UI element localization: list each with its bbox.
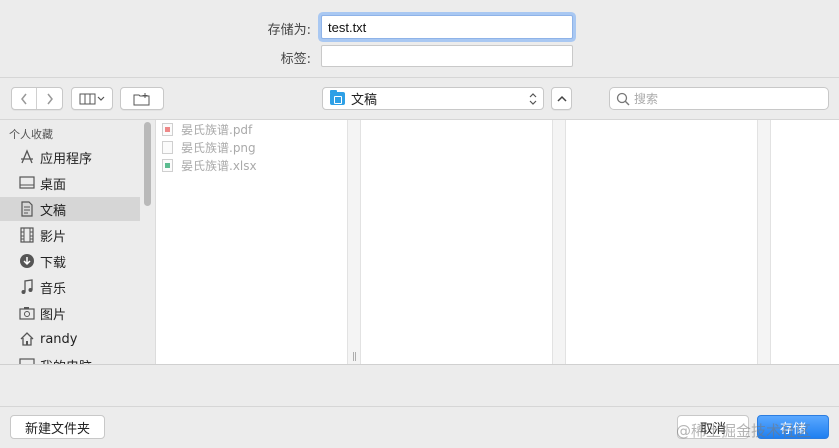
movies-icon	[18, 226, 36, 244]
watermark-text: @稀土掘金技术社区	[676, 422, 812, 440]
sidebar-item-desktop[interactable]: 桌面	[0, 171, 140, 195]
save-as-label: 存储为:	[267, 23, 311, 38]
downloads-icon	[18, 252, 36, 270]
tags-input[interactable]	[321, 45, 573, 67]
forward-button[interactable]	[37, 88, 62, 109]
column-divider[interactable]	[757, 120, 771, 364]
file-item-pdf[interactable]: 晏氏族谱.pdf	[162, 120, 252, 138]
sidebar-item-label: 我的电脑	[40, 356, 92, 365]
tags-label: 标签:	[280, 52, 311, 67]
chevron-right-icon	[46, 93, 53, 104]
search-icon	[616, 92, 630, 105]
column-divider[interactable]	[552, 120, 566, 364]
file-item-xlsx[interactable]: 晏氏族谱.xlsx	[162, 156, 257, 174]
pictures-icon	[18, 304, 36, 322]
sidebar-item-label: 文稿	[40, 203, 67, 219]
chevron-left-icon	[21, 93, 27, 104]
sidebar-item-downloads[interactable]: 下载	[0, 249, 140, 273]
collapse-button[interactable]	[551, 87, 572, 110]
sidebar-item-label: 下载	[40, 255, 67, 271]
sidebar-item-documents[interactable]: 文稿	[0, 197, 140, 221]
sidebar-item-label: randy	[40, 331, 78, 347]
location-select[interactable]: 文稿	[322, 87, 544, 110]
options-area	[0, 364, 839, 407]
sidebar-header: 个人收藏	[9, 128, 53, 141]
sidebar-scrollbar[interactable]	[144, 122, 151, 206]
sidebar-item-pictures[interactable]: 图片	[0, 301, 140, 325]
sidebar-item-label: 应用程序	[40, 151, 93, 167]
desktop-icon	[18, 174, 36, 192]
search-field[interactable]: 搜索	[609, 87, 829, 110]
sidebar-item-applications[interactable]: 应用程序	[0, 145, 140, 169]
file-name: 晏氏族谱.png	[181, 140, 256, 155]
nav-buttons	[11, 87, 63, 110]
updown-chevron-icon	[529, 93, 537, 105]
column-view-icon	[79, 93, 105, 104]
sidebar-item-label: 影片	[40, 229, 67, 245]
location-label: 文稿	[351, 93, 378, 108]
toolbar-divider	[0, 77, 839, 78]
file-name: 晏氏族谱.xlsx	[181, 158, 257, 173]
new-folder-toolbar-button[interactable]	[120, 87, 164, 110]
sidebar-item-label: 桌面	[40, 177, 67, 193]
sidebar: 个人收藏 应用程序 桌面 文稿 影片 下载 音乐 图片 randy	[0, 120, 155, 364]
column-divider[interactable]	[347, 120, 361, 364]
png-file-icon	[162, 140, 173, 154]
sidebar-item-label: 图片	[40, 307, 67, 323]
computer-icon	[18, 356, 36, 364]
documents-icon	[18, 200, 36, 218]
pdf-file-icon	[162, 122, 173, 136]
column-resize-grip[interactable]: ||	[352, 352, 357, 362]
back-button[interactable]	[12, 88, 37, 109]
view-mode-button[interactable]	[71, 87, 113, 110]
file-item-png[interactable]: 晏氏族谱.png	[162, 138, 256, 156]
new-folder-button[interactable]: 新建文件夹	[10, 415, 105, 439]
sidebar-item-computer[interactable]: 我的电脑	[0, 353, 140, 364]
sidebar-item-movies[interactable]: 影片	[0, 223, 140, 247]
save-as-input[interactable]	[321, 15, 573, 39]
file-name: 晏氏族谱.pdf	[181, 122, 253, 137]
column-browser: 晏氏族谱.pdf 晏氏族谱.png 晏氏族谱.xlsx ||	[155, 120, 839, 364]
applications-icon	[18, 148, 36, 166]
search-placeholder: 搜索	[634, 92, 659, 106]
sidebar-item-randy[interactable]: randy	[0, 327, 140, 351]
footer-divider	[0, 406, 839, 407]
new-folder-icon	[133, 92, 150, 105]
xlsx-file-icon	[162, 158, 173, 172]
music-icon	[18, 278, 36, 296]
sidebar-item-music[interactable]: 音乐	[0, 275, 140, 299]
documents-folder-icon	[330, 90, 345, 105]
chevron-up-icon	[556, 95, 567, 102]
home-icon	[18, 330, 36, 348]
sidebar-item-label: 音乐	[40, 281, 67, 297]
